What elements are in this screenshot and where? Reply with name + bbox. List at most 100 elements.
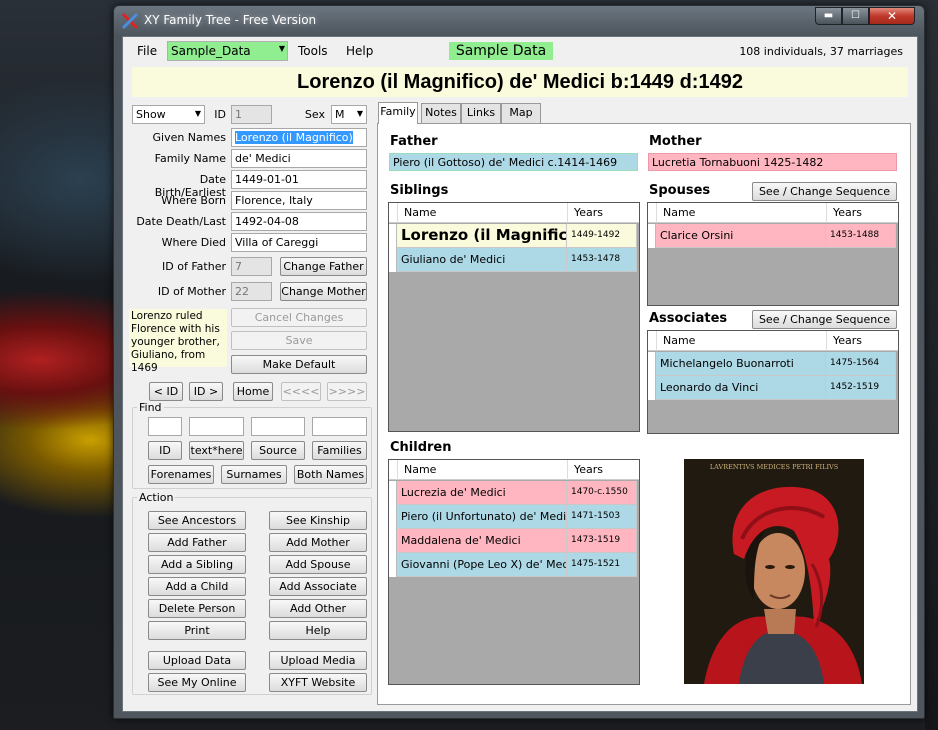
date-birth-input[interactable]: 1449-01-01: [231, 170, 367, 189]
find-families-button[interactable]: Families: [312, 441, 367, 460]
table-row[interactable]: Piero (il Unfortunato) de' Medici 1471-15…: [389, 505, 637, 529]
chevron-down-icon: ▼: [278, 44, 285, 53]
change-mother-button[interactable]: Change Mother: [280, 282, 367, 301]
column-header-years[interactable]: Years: [826, 331, 898, 351]
find-id-input[interactable]: [148, 417, 182, 436]
prev-id-button[interactable]: < ID: [149, 382, 183, 401]
mother-box[interactable]: Lucretia Tornabuoni 1425-1482: [648, 153, 897, 171]
column-header-years[interactable]: Years: [567, 460, 639, 480]
add-sibling-button[interactable]: Add a Sibling: [148, 555, 246, 574]
find-text-button[interactable]: text*here: [189, 441, 244, 460]
title-bar[interactable]: XY Family Tree - Free Version ▬ ☐ ✕: [114, 6, 924, 36]
date-death-input[interactable]: 1492-04-08: [231, 212, 367, 231]
save-button[interactable]: Save: [231, 331, 367, 350]
tab-links[interactable]: Links: [461, 103, 501, 123]
id-father-field[interactable]: 7: [231, 257, 272, 276]
history-back-button[interactable]: <<<<: [281, 382, 321, 401]
column-header-name[interactable]: Name: [656, 331, 826, 351]
row-marker: [648, 376, 656, 400]
table-row[interactable]: Giuliano de' Medici 1453-1478: [389, 248, 637, 272]
upload-data-button[interactable]: Upload Data: [148, 651, 246, 670]
family-name-input[interactable]: de' Medici: [231, 149, 367, 168]
find-both-names-button[interactable]: Both Names: [294, 465, 367, 484]
minimize-button[interactable]: ▬: [815, 7, 842, 25]
history-forward-button[interactable]: >>>>: [327, 382, 367, 401]
portrait-image[interactable]: LAVRENTIVS MEDICES PETRI FILIVS: [684, 459, 864, 684]
find-text-input[interactable]: [189, 417, 244, 436]
mother-title: Mother: [649, 134, 702, 149]
row-name: Piero (il Unfortunato) de' Medici: [397, 505, 567, 529]
find-id-button[interactable]: ID: [148, 441, 182, 460]
table-row[interactable]: Lorenzo (il Magnific... 1449-1492: [389, 224, 637, 248]
change-father-button[interactable]: Change Father: [280, 257, 367, 276]
add-other-button[interactable]: Add Other: [269, 599, 367, 618]
family-tab-panel: Father Piero (il Gottoso) de' Medici c.1…: [377, 123, 911, 705]
given-names-input[interactable]: Lorenzo (il Magnifico): [231, 128, 367, 147]
children-title: Children: [390, 440, 452, 455]
close-button[interactable]: ✕: [869, 7, 915, 25]
next-id-button[interactable]: ID >: [189, 382, 223, 401]
table-row[interactable]: Giovanni (Pope Leo X) de' Medici 1475-152…: [389, 553, 637, 577]
father-box[interactable]: Piero (il Gottoso) de' Medici c.1414-146…: [389, 153, 638, 171]
find-families-input[interactable]: [312, 417, 367, 436]
table-row[interactable]: Maddalena de' Medici 1473-1519: [389, 529, 637, 553]
associates-grid: Name Years Michelangelo Buonarroti 1475-156…: [647, 330, 899, 434]
add-mother-button[interactable]: Add Mother: [269, 533, 367, 552]
spouses-title: Spouses: [649, 183, 711, 198]
tab-family[interactable]: Family: [378, 102, 418, 124]
menu-file[interactable]: File: [137, 44, 157, 58]
database-select[interactable]: Sample_Data ▼: [167, 41, 288, 61]
xyft-website-button[interactable]: XYFT Website: [269, 673, 367, 692]
children-grid: Name Years Lucrezia de' Medici 1470-c.1550 P…: [388, 459, 640, 685]
where-born-input[interactable]: Florence, Italy: [231, 191, 367, 210]
cancel-changes-button[interactable]: Cancel Changes: [231, 308, 367, 327]
sex-select[interactable]: M ▼: [331, 105, 367, 124]
menu-tools[interactable]: Tools: [298, 44, 328, 58]
maximize-button[interactable]: ☐: [842, 7, 869, 25]
column-header-name[interactable]: Name: [397, 203, 567, 223]
column-header-name[interactable]: Name: [656, 203, 826, 223]
home-button[interactable]: Home: [233, 382, 273, 401]
add-associate-button[interactable]: Add Associate: [269, 577, 367, 596]
table-row[interactable]: Lucrezia de' Medici 1470-c.1550: [389, 481, 637, 505]
database-title: Sample Data: [449, 42, 553, 60]
row-name: Giuliano de' Medici: [397, 248, 567, 272]
row-name: Lorenzo (il Magnific...: [397, 224, 567, 248]
table-row[interactable]: Leonardo da Vinci 1452-1519: [648, 376, 896, 400]
column-header-name[interactable]: Name: [397, 460, 567, 480]
where-died-input[interactable]: Villa of Careggi: [231, 233, 367, 252]
see-kinship-button[interactable]: See Kinship: [269, 511, 367, 530]
help-button[interactable]: Help: [269, 621, 367, 640]
spouses-sequence-button[interactable]: See / Change Sequence: [752, 182, 897, 201]
row-marker: [389, 248, 397, 272]
print-button[interactable]: Print: [148, 621, 246, 640]
find-source-input[interactable]: [251, 417, 305, 436]
associates-sequence-button[interactable]: See / Change Sequence: [752, 310, 897, 329]
find-forenames-button[interactable]: Forenames: [148, 465, 214, 484]
client-area: File Sample_Data ▼ Tools Help Sample Dat…: [122, 36, 918, 712]
column-header-years[interactable]: Years: [826, 203, 898, 223]
table-row[interactable]: Clarice Orsini 1453-1488: [648, 224, 896, 248]
add-spouse-button[interactable]: Add Spouse: [269, 555, 367, 574]
table-row[interactable]: Michelangelo Buonarroti 1475-1564: [648, 352, 896, 376]
sex-select-value: M: [335, 108, 345, 121]
make-default-button[interactable]: Make Default: [231, 355, 367, 374]
menu-help[interactable]: Help: [346, 44, 373, 58]
tab-notes[interactable]: Notes: [421, 103, 461, 123]
grid-header: Name Years: [389, 460, 639, 480]
id-mother-field[interactable]: 22: [231, 282, 272, 301]
row-years: 1475-1521: [567, 553, 637, 577]
find-surnames-button[interactable]: Surnames: [221, 465, 287, 484]
delete-person-button[interactable]: Delete Person: [148, 599, 246, 618]
upload-media-button[interactable]: Upload Media: [269, 651, 367, 670]
find-source-button[interactable]: Source: [251, 441, 305, 460]
see-ancestors-button[interactable]: See Ancestors: [148, 511, 246, 530]
column-header-years[interactable]: Years: [567, 203, 639, 223]
see-my-online-button[interactable]: See My Online: [148, 673, 246, 692]
given-names-label: Given Names: [152, 131, 226, 144]
app-icon: [121, 12, 139, 30]
tab-map[interactable]: Map: [501, 103, 541, 123]
row-marker: [389, 224, 397, 248]
add-father-button[interactable]: Add Father: [148, 533, 246, 552]
add-child-button[interactable]: Add a Child: [148, 577, 246, 596]
